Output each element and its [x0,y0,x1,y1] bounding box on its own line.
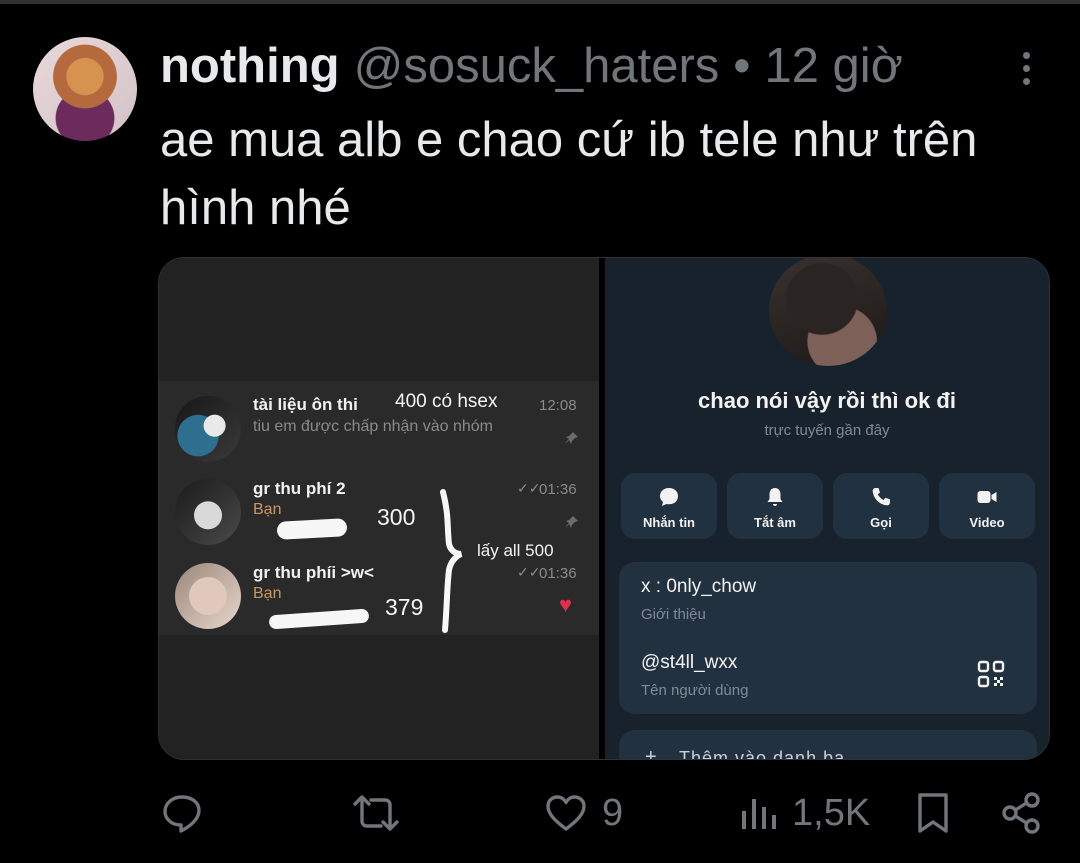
phone-icon [872,488,890,506]
media-image-chat-list[interactable]: tài liệu ôn thi 400 có hsex 12:08 tiu em… [159,258,599,759]
video-camera-icon [977,491,997,503]
tweet-media[interactable]: tài liệu ôn thi 400 có hsex 12:08 tiu em… [158,257,1050,760]
reply-icon [163,795,201,833]
chat-avatar [175,396,241,462]
repost-button[interactable] [352,788,400,838]
add-contact-icon: + [645,746,657,760]
call-label: Gọi [870,515,892,530]
share-button[interactable] [1000,788,1044,838]
chat-time: 12:08 [539,397,577,414]
tweet-time[interactable]: 12 giờ [764,38,902,94]
chat-time: 01:36 [539,565,577,582]
chat-avatar [175,479,241,545]
message-button[interactable]: Nhắn tin [621,473,717,539]
views-bar-chart-icon [742,799,776,829]
message-label: Nhắn tin [643,515,695,530]
chat-you-label: Bạn [253,585,282,602]
bio-value[interactable]: x : 0nly_chow [641,576,756,598]
chat-title: tài liệu ôn thi [253,395,358,414]
mute-button[interactable]: Tắt âm [727,473,823,539]
add-contact-label: Thêm vào danh bạ [679,748,846,760]
chat-title: gr thu phí 2 [253,479,346,498]
read-check-icon: ✓✓ [517,480,541,496]
mute-label: Tắt âm [754,515,796,530]
add-contact-row[interactable]: + Thêm vào danh bạ [619,730,1037,760]
tweet-text: ae mua alb e chao cứ ib tele như trên hì… [160,113,978,235]
repost-icon [353,795,399,831]
qr-code-icon[interactable] [977,660,1005,688]
handwritten-note: 400 có hsex [395,391,498,412]
profile-info-card: x : 0nly_chow Giới thiệu @st4ll_wxx Tên … [619,562,1037,714]
chat-avatar [175,563,241,629]
top-divider [0,0,1080,4]
bracket-drawing [440,489,463,633]
video-label: Video [969,515,1005,530]
video-button[interactable]: Video [939,473,1035,539]
profile-avatar [769,258,887,366]
pin-icon [566,432,578,444]
scribble-redaction [276,518,348,540]
username-label: Tên người dùng [641,682,749,699]
call-button[interactable]: Gọi [833,473,929,539]
display-name[interactable]: nothing [160,38,340,94]
separator-dot: • [733,39,751,93]
handwritten-note: 379 [385,594,424,620]
more-options-icon[interactable] [1018,52,1034,86]
chat-title: gr thu phíi >w< [253,563,374,582]
chat-time: 01:36 [539,481,577,498]
heart-reaction-icon: ♥ [559,592,573,617]
bio-label: Giới thiệu [641,606,706,623]
tweet-header: nothing @sosuck_haters • 12 giờ [160,38,903,98]
bracket-note: lấy all 500 [477,541,554,560]
view-count: 1,5K [792,791,871,834]
profile-status: trực tuyến gần đây [764,422,890,439]
username-value[interactable]: @st4ll_wxx [641,652,737,674]
profile-name: chao nói vậy rồi thì ok đi [698,388,956,413]
media-image-profile[interactable]: chao nói vậy rồi thì ok đi trực tuyến gầ… [605,258,1049,759]
chat-subtitle: tiu em được chấp nhận vào nhóm [253,418,494,435]
bookmark-button[interactable] [914,788,952,838]
chat-bubble-icon [660,488,678,506]
share-icon [1002,792,1040,834]
handwritten-note: 300 [377,504,416,530]
user-handle[interactable]: @sosuck_haters [354,38,720,94]
reply-button[interactable] [160,788,204,838]
bell-icon [767,488,783,506]
bookmark-icon [918,793,948,833]
views-button[interactable]: 1,5K [738,788,870,838]
pin-icon [566,516,578,528]
like-button[interactable]: 9 [544,788,623,838]
read-check-icon: ✓✓ [517,564,541,580]
like-count: 9 [602,791,624,834]
chat-you-label: Bạn [253,501,282,518]
heart-icon [546,795,586,831]
author-avatar[interactable] [33,37,137,141]
